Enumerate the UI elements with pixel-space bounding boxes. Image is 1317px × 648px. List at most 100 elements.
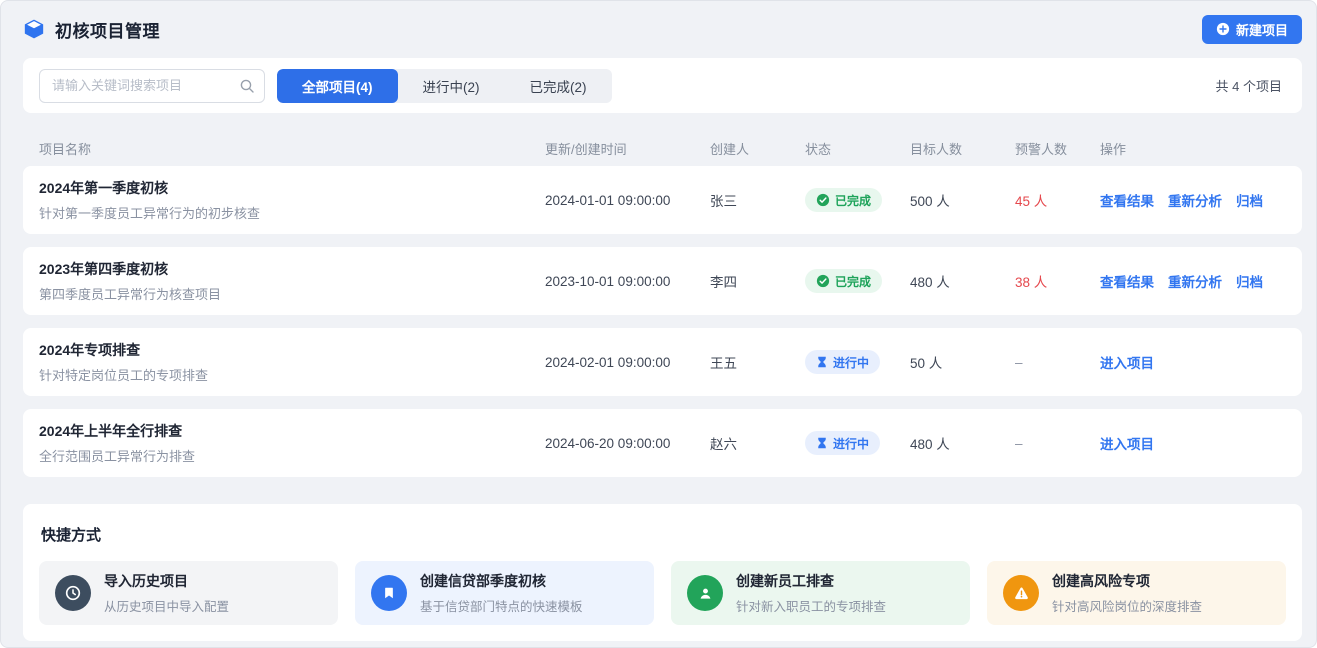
toolbar: 全部项目(4)进行中(2)已完成(2) 共 4 个项目 bbox=[23, 58, 1302, 113]
status-badge: 进行中 bbox=[805, 431, 880, 455]
total-count: 共 4 个项目 bbox=[1216, 76, 1282, 95]
actions-cell: 进入项目 bbox=[1100, 352, 1286, 372]
row-action-link[interactable]: 进入项目 bbox=[1100, 437, 1154, 452]
shortcut-title: 创建新员工排查 bbox=[736, 571, 886, 591]
shortcuts-title: 快捷方式 bbox=[41, 524, 1286, 545]
status-label: 进行中 bbox=[833, 435, 869, 452]
column-header: 更新/创建时间 bbox=[545, 139, 710, 158]
bookmark-icon bbox=[371, 575, 407, 611]
warning-icon bbox=[1003, 575, 1039, 611]
shortcut-high-risk[interactable]: 创建高风险专项针对高风险岗位的深度排查 bbox=[987, 561, 1286, 625]
status-label: 进行中 bbox=[833, 354, 869, 371]
warning-count: 38 人 bbox=[1015, 275, 1047, 290]
project-description: 全行范围员工异常行为排查 bbox=[39, 446, 545, 465]
table-header: 项目名称更新/创建时间创建人状态目标人数预警人数操作 bbox=[23, 130, 1302, 166]
project-creator: 赵六 bbox=[710, 433, 805, 453]
hourglass-icon bbox=[816, 437, 828, 449]
page-title: 初核项目管理 bbox=[55, 17, 160, 42]
column-header: 操作 bbox=[1100, 139, 1286, 158]
status-label: 已完成 bbox=[835, 192, 871, 209]
column-header: 预警人数 bbox=[1015, 139, 1100, 158]
search-input[interactable] bbox=[39, 69, 265, 103]
shortcut-text: 创建高风险专项针对高风险岗位的深度排查 bbox=[1052, 571, 1202, 615]
project-name-cell: 2024年专项排查针对特定岗位员工的专项排查 bbox=[39, 340, 545, 384]
project-name-cell: 2024年上半年全行排查全行范围员工异常行为排查 bbox=[39, 421, 545, 465]
shortcut-text: 导入历史项目从历史项目中导入配置 bbox=[104, 571, 229, 615]
row-action-link[interactable]: 重新分析 bbox=[1168, 275, 1222, 290]
shortcut-description: 针对新入职员工的专项排查 bbox=[736, 596, 886, 615]
tab-in-progress[interactable]: 进行中(2) bbox=[398, 69, 505, 103]
check-circle-icon bbox=[816, 193, 830, 207]
target-count: 480 人 bbox=[910, 271, 1015, 291]
project-name-cell: 2024年第一季度初核针对第一季度员工异常行为的初步核查 bbox=[39, 178, 545, 222]
status-badge: 进行中 bbox=[805, 350, 880, 374]
project-creator: 王五 bbox=[710, 352, 805, 372]
row-action-link[interactable]: 查看结果 bbox=[1100, 275, 1154, 290]
target-count: 480 人 bbox=[910, 433, 1015, 453]
shortcuts-panel: 快捷方式 导入历史项目从历史项目中导入配置 创建信贷部季度初核基于信贷部门特点的快… bbox=[23, 504, 1302, 641]
project-description: 第四季度员工异常行为核查项目 bbox=[39, 284, 545, 303]
project-name: 2024年第一季度初核 bbox=[39, 178, 545, 198]
project-creator: 李四 bbox=[710, 271, 805, 291]
status-badge: 已完成 bbox=[805, 269, 882, 293]
cube-icon bbox=[23, 18, 45, 40]
shortcut-description: 从历史项目中导入配置 bbox=[104, 596, 229, 615]
project-creator: 张三 bbox=[710, 190, 805, 210]
row-action-link[interactable]: 重新分析 bbox=[1168, 194, 1222, 209]
clock-icon bbox=[55, 575, 91, 611]
target-count: 500 人 bbox=[910, 190, 1015, 210]
top-bar: 初核项目管理 新建项目 bbox=[1, 1, 1316, 57]
shortcut-text: 创建信贷部季度初核基于信贷部门特点的快速模板 bbox=[420, 571, 583, 615]
shortcut-description: 针对高风险岗位的深度排查 bbox=[1052, 596, 1202, 615]
project-name: 2023年第四季度初核 bbox=[39, 259, 545, 279]
project-name: 2024年专项排查 bbox=[39, 340, 545, 360]
table-row: 2023年第四季度初核第四季度员工异常行为核查项目2023-10-01 09:0… bbox=[23, 247, 1302, 315]
shortcut-new-employee[interactable]: 创建新员工排查针对新入职员工的专项排查 bbox=[671, 561, 970, 625]
actions-cell: 查看结果重新分析归档 bbox=[1100, 271, 1286, 291]
table-row: 2024年专项排查针对特定岗位员工的专项排查2024-02-01 09:00:0… bbox=[23, 328, 1302, 396]
status-cell: 进行中 bbox=[805, 350, 910, 374]
column-header: 状态 bbox=[805, 139, 910, 158]
project-time: 2024-06-20 09:00:00 bbox=[545, 436, 710, 451]
project-description: 针对第一季度员工异常行为的初步核查 bbox=[39, 203, 545, 222]
project-name-cell: 2023年第四季度初核第四季度员工异常行为核查项目 bbox=[39, 259, 545, 303]
actions-cell: 查看结果重新分析归档 bbox=[1100, 190, 1286, 210]
column-header: 创建人 bbox=[710, 139, 805, 158]
shortcut-title: 创建信贷部季度初核 bbox=[420, 571, 583, 591]
row-action-link[interactable]: 归档 bbox=[1236, 275, 1263, 290]
table-row: 2024年第一季度初核针对第一季度员工异常行为的初步核查2024-01-01 0… bbox=[23, 166, 1302, 234]
warning-cell: – bbox=[1015, 355, 1100, 370]
tab-completed[interactable]: 已完成(2) bbox=[505, 69, 612, 103]
status-cell: 进行中 bbox=[805, 431, 910, 455]
warning-cell: – bbox=[1015, 436, 1100, 451]
shortcut-import-history[interactable]: 导入历史项目从历史项目中导入配置 bbox=[39, 561, 338, 625]
row-action-link[interactable]: 查看结果 bbox=[1100, 194, 1154, 209]
row-action-link[interactable]: 归档 bbox=[1236, 194, 1263, 209]
project-time: 2024-01-01 09:00:00 bbox=[545, 193, 710, 208]
row-action-link[interactable]: 进入项目 bbox=[1100, 356, 1154, 371]
project-management-page: 初核项目管理 新建项目 全部项目(4)进行中(2)已完成(2) bbox=[0, 0, 1317, 648]
new-project-button[interactable]: 新建项目 bbox=[1202, 15, 1302, 44]
table-row: 2024年上半年全行排查全行范围员工异常行为排查2024-06-20 09:00… bbox=[23, 409, 1302, 477]
check-circle-icon bbox=[816, 274, 830, 288]
user-icon bbox=[687, 575, 723, 611]
project-filter-tabs: 全部项目(4)进行中(2)已完成(2) bbox=[277, 69, 612, 103]
target-count: 50 人 bbox=[910, 352, 1015, 372]
status-cell: 已完成 bbox=[805, 188, 910, 212]
actions-cell: 进入项目 bbox=[1100, 433, 1286, 453]
shortcut-credit-quarterly[interactable]: 创建信贷部季度初核基于信贷部门特点的快速模板 bbox=[355, 561, 654, 625]
plus-circle-icon bbox=[1216, 22, 1230, 36]
warning-count: – bbox=[1015, 355, 1023, 370]
project-table: 2024年第一季度初核针对第一季度员工异常行为的初步核查2024-01-01 0… bbox=[23, 166, 1302, 477]
status-label: 已完成 bbox=[835, 273, 871, 290]
project-name: 2024年上半年全行排查 bbox=[39, 421, 545, 441]
column-header: 项目名称 bbox=[39, 139, 545, 158]
shortcut-text: 创建新员工排查针对新入职员工的专项排查 bbox=[736, 571, 886, 615]
project-time: 2024-02-01 09:00:00 bbox=[545, 355, 710, 370]
search-box bbox=[39, 69, 265, 103]
status-badge: 已完成 bbox=[805, 188, 882, 212]
shortcut-title: 导入历史项目 bbox=[104, 571, 229, 591]
warning-cell: 45 人 bbox=[1015, 190, 1100, 210]
tab-all-projects[interactable]: 全部项目(4) bbox=[277, 69, 398, 103]
column-header: 目标人数 bbox=[910, 139, 1015, 158]
